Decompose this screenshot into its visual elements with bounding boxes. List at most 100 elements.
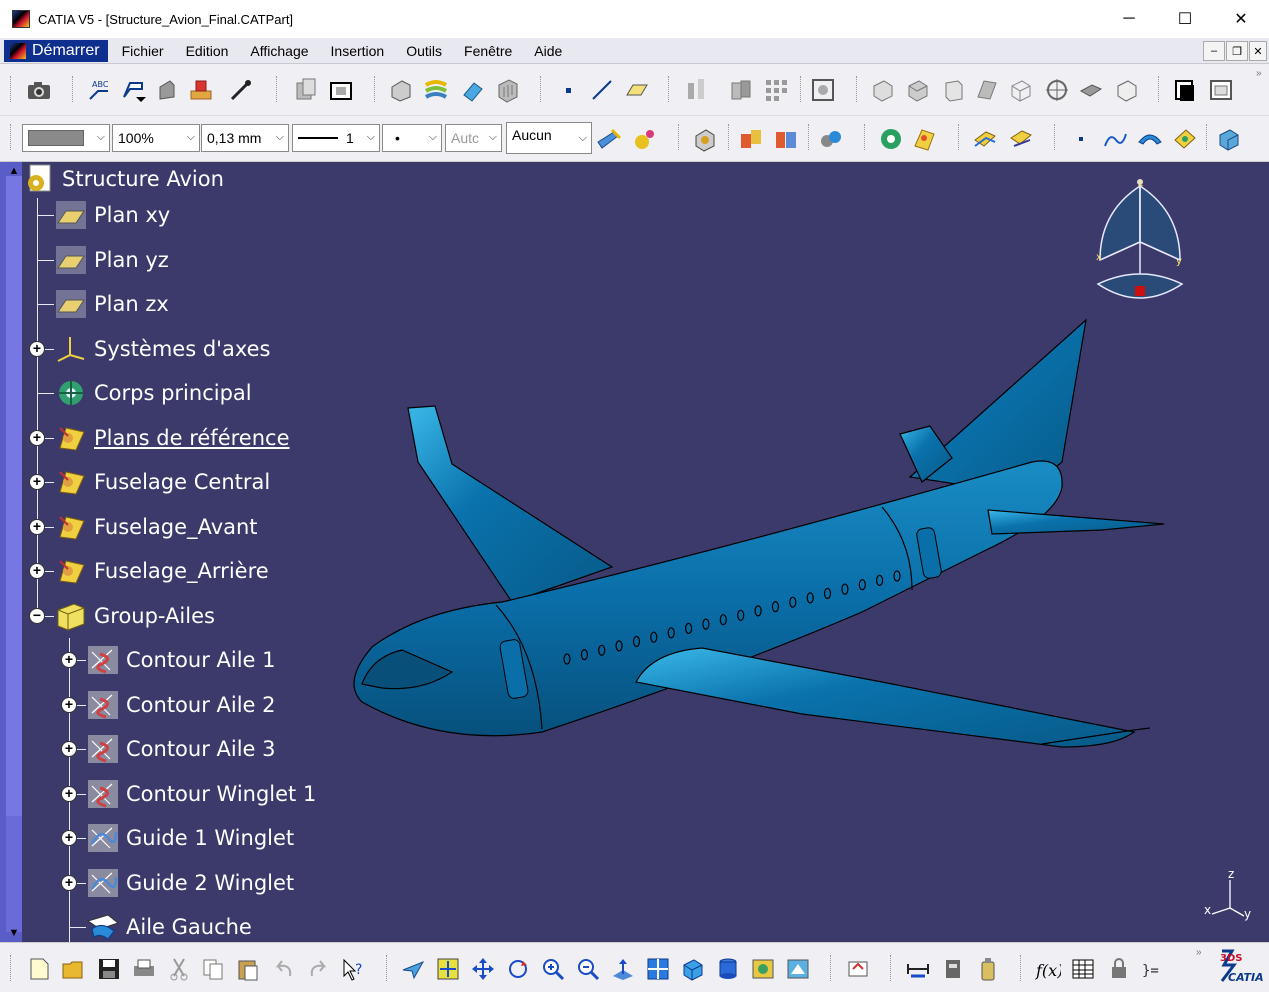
cut-icon[interactable] [166, 956, 192, 982]
point-icon[interactable] [555, 77, 581, 103]
expand-node-icon[interactable]: + [29, 340, 45, 357]
line-thickness-select[interactable]: 0,13 mm ⌵ [201, 124, 289, 152]
ordered-geometrical-set-icon[interactable] [972, 126, 998, 152]
multi-sections-icon[interactable] [423, 77, 449, 103]
pocket-icon[interactable] [495, 77, 521, 103]
toolbar-grip[interactable] [540, 76, 543, 102]
rectangular-pattern-icon[interactable] [763, 77, 789, 103]
expand-node-icon[interactable]: + [29, 518, 45, 535]
toolbar-grip[interactable] [668, 76, 671, 102]
toolbar-grip[interactable] [728, 124, 731, 150]
shading-icon[interactable] [974, 77, 1000, 103]
toolbar-grip[interactable] [678, 124, 681, 150]
view-front-icon[interactable] [905, 77, 931, 103]
expand-node-icon[interactable]: + [61, 741, 77, 757]
toolbar-grip[interactable] [856, 76, 859, 102]
transparency-select[interactable]: 100% ⌵ [112, 124, 200, 152]
tree-node[interactable]: Aile Gauche [86, 910, 252, 944]
expand-node-icon[interactable]: + [29, 563, 45, 579]
view-right-icon[interactable] [940, 77, 966, 103]
mdi-close-button[interactable]: ✕ [1249, 41, 1267, 61]
open-folder-icon[interactable] [60, 956, 86, 982]
spline-icon[interactable] [1102, 126, 1128, 152]
new-file-icon[interactable] [26, 956, 52, 982]
tree-node[interactable]: Plan xy [54, 198, 170, 232]
toolbar-grip[interactable] [10, 955, 13, 981]
tree-node[interactable]: Plan yz [54, 243, 169, 277]
toolbar-grip[interactable] [1020, 955, 1023, 981]
menu-edition[interactable]: Edition [186, 43, 229, 59]
expand-node-icon[interactable]: + [29, 429, 45, 446]
tree-node[interactable]: Fuselage_Avant [54, 510, 258, 544]
tree-node[interactable]: Contour Aile 2 [86, 688, 276, 722]
tree-node[interactable]: Plans de référence [54, 421, 290, 455]
tree-node[interactable]: Fuselage Central [54, 465, 270, 499]
boolean-icon[interactable] [728, 77, 754, 103]
menu-fichier[interactable]: Fichier [122, 43, 164, 59]
fly-mode-icon[interactable] [400, 956, 426, 982]
toolbar-grip[interactable] [1206, 124, 1209, 150]
apply-material-icon[interactable] [188, 77, 214, 103]
swap-visible-space-icon[interactable] [1114, 77, 1140, 103]
geometrical-set-icon[interactable] [912, 126, 938, 152]
tree-node[interactable]: Plan zx [54, 287, 169, 321]
expand-node-icon[interactable]: + [61, 696, 77, 713]
maximize-button[interactable]: ☐ [1156, 0, 1214, 38]
tree-node[interactable]: Contour Winglet 1 [86, 777, 316, 811]
toolbar-grip[interactable] [386, 955, 389, 981]
point-symbol-select[interactable]: • ⌵ [382, 124, 442, 152]
paste-icon[interactable] [235, 956, 261, 982]
knowledge-lock-icon[interactable] [1106, 956, 1132, 982]
tree-node[interactable]: Corps principal [54, 376, 252, 410]
flag-note-icon[interactable] [120, 77, 146, 103]
line-icon[interactable] [589, 77, 615, 103]
select-object-icon[interactable] [328, 77, 354, 103]
toolbar-grip[interactable] [10, 124, 13, 150]
text-with-leader-icon[interactable]: ABC [86, 77, 112, 103]
target-icon[interactable] [1044, 77, 1070, 103]
catia-app-icon[interactable] [12, 10, 30, 28]
menu-insertion[interactable]: Insertion [331, 43, 385, 59]
normal-view-icon[interactable] [610, 956, 636, 982]
expand-node-icon[interactable]: + [61, 652, 77, 668]
assemble-icon[interactable] [738, 126, 764, 152]
view-iso-icon[interactable] [870, 77, 896, 103]
expand-node-icon[interactable]: + [29, 474, 45, 490]
toolbar-grip[interactable] [800, 76, 803, 102]
intersect-icon[interactable] [818, 126, 844, 152]
menu-aide[interactable]: Aide [534, 43, 562, 59]
hybrid-body-icon[interactable] [1008, 126, 1034, 152]
rotate-icon[interactable] [505, 956, 531, 982]
join-icon[interactable] [1172, 126, 1198, 152]
whats-this-icon[interactable]: ? [340, 956, 366, 982]
tree-node[interactable]: Contour Aile 3 [86, 732, 276, 766]
mdi-minimize-button[interactable]: – [1203, 41, 1225, 61]
multi-view-icon[interactable] [645, 956, 671, 982]
hide-show-toggle-icon[interactable] [750, 956, 776, 982]
copy-features-icon[interactable] [293, 77, 319, 103]
extrude-surface-icon[interactable] [1137, 126, 1163, 152]
toolbar-grip[interactable] [10, 76, 13, 102]
close-button[interactable]: ✕ [1212, 0, 1269, 38]
measure-item-icon[interactable] [940, 956, 966, 982]
tree-node[interactable]: Contour Aile 1 [86, 643, 276, 677]
toolbar-grip[interactable] [1054, 124, 1057, 150]
measure-inertia-icon[interactable] [975, 956, 1001, 982]
color-select[interactable]: ⌵ [22, 124, 110, 152]
minimize-button[interactable]: ─ [1100, 0, 1158, 38]
design-table-icon[interactable] [1070, 956, 1096, 982]
swap-space-icon[interactable] [785, 956, 811, 982]
fit-all-in-icon[interactable] [435, 956, 461, 982]
tree-node[interactable]: Fuselage_Arrière [54, 554, 269, 588]
toolbar-grip[interactable] [1158, 76, 1161, 102]
menu-fenetre[interactable]: Fenêtre [464, 43, 512, 59]
tree-node[interactable]: Guide 1 Winglet [86, 821, 294, 855]
add-body-icon[interactable] [773, 126, 799, 152]
print-icon[interactable] [131, 956, 157, 982]
expand-node-icon[interactable]: + [61, 874, 77, 891]
update-icon[interactable] [845, 956, 871, 982]
toolbar-grip[interactable] [890, 955, 893, 981]
point-small-icon[interactable] [1068, 126, 1094, 152]
wireframe-icon[interactable] [1008, 77, 1034, 103]
tree-root[interactable]: Structure Avion [22, 162, 224, 196]
